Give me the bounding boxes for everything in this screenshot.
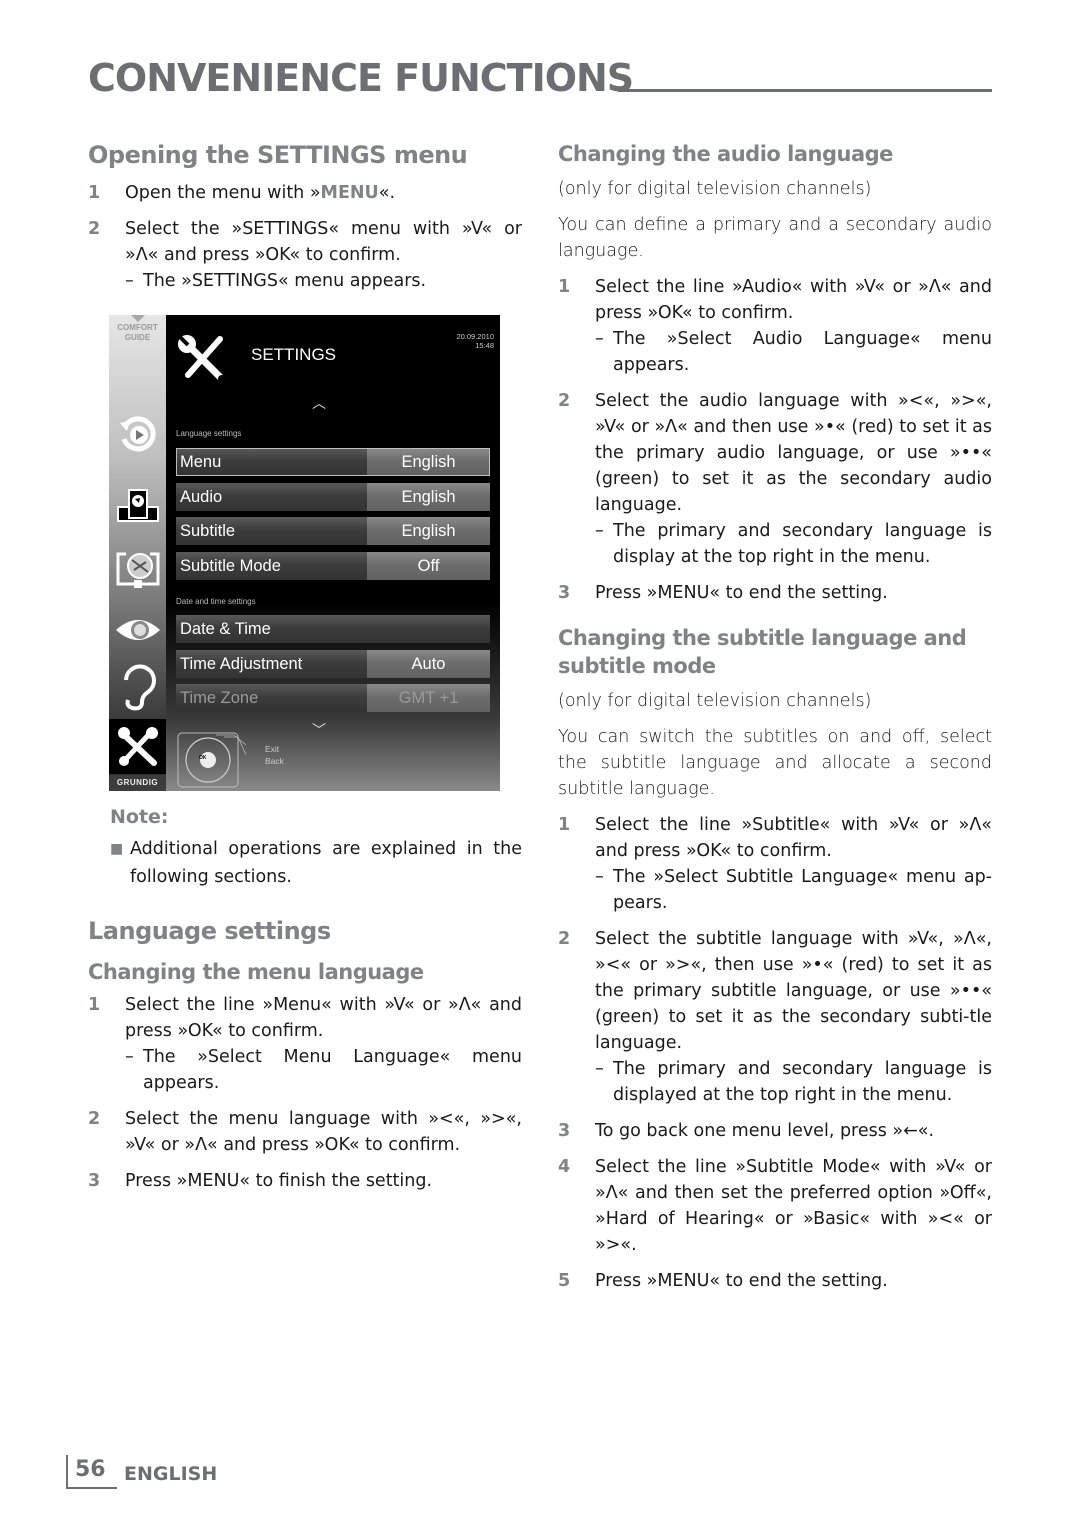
step-text: Open the menu with »MENU«. — [125, 183, 396, 203]
title-rule — [618, 89, 992, 92]
tv-time: 15:48 — [475, 341, 494, 350]
tv-main-panel: SETTINGS 20.09.2010 15:48 ︿ Language set… — [166, 315, 500, 791]
audio-step-3: 3 Press »MENU« to end the setting. — [558, 580, 992, 606]
subtitle-language-heading: Changing the subtitle language and subti… — [558, 626, 967, 678]
menu-language-step-2: 2 Select the menu language with »<«, »>«… — [88, 1106, 522, 1158]
subtitle-step-4: 4 Select the line »Subtitle Mode« with »… — [558, 1154, 992, 1258]
step-text: Select the subtitle language with »V«, »… — [595, 929, 992, 1053]
group-label-datetime: Date and time settings — [176, 597, 256, 606]
tv-settings-screen: COMFORT GUIDE GRUNDIG SETTINGS 20.09.201… — [109, 315, 500, 791]
menu-language-heading: Changing the menu language — [88, 960, 424, 984]
playback-icon[interactable] — [109, 410, 166, 460]
remote-navigation-icon: OK — [176, 731, 247, 791]
opening-step-1: 1 Open the menu with »MENU«. — [88, 180, 522, 206]
language-settings-heading: Language settings — [88, 917, 331, 945]
grundig-logo: GRUNDIG — [109, 775, 166, 791]
note-title: Note: — [110, 806, 169, 828]
right-column: Changing the audio language (only for di… — [558, 140, 992, 1294]
tv-date: 20.09.2010 — [456, 332, 494, 341]
step-result: – The primary and secondary language is d… — [595, 521, 992, 567]
comfort-guide-label: COMFORT GUIDE — [117, 323, 158, 342]
step-text: Press »MENU« to end the setting. — [595, 1271, 888, 1291]
audio-step-1: 1 Select the line »Audio« with »V« or »Λ… — [558, 274, 992, 378]
step-text: Press »MENU« to finish the setting. — [125, 1171, 433, 1191]
tv-datetime: 20.09.2010 15:48 — [456, 332, 494, 350]
square-bullet-icon: ■ — [110, 841, 124, 857]
step-number: 2 — [88, 219, 101, 239]
opening-settings-heading: Opening the SETTINGS menu — [88, 141, 468, 169]
eye-icon[interactable] — [109, 605, 166, 655]
step-result: – The »Select Menu Language« menu appears… — [125, 1047, 522, 1093]
menu-language-step-1: 1 Select the line »Menu« with »V« or »Λ«… — [88, 992, 522, 1096]
scroll-down-icon[interactable]: ﹀ — [312, 720, 326, 740]
step-text: Press »MENU« to end the setting. — [595, 583, 888, 603]
satellite-icon[interactable] — [109, 545, 166, 595]
subtitle-step-5: 5 Press »MENU« to end the setting. — [558, 1268, 992, 1294]
audio-note: (only for digital television channels) — [558, 179, 872, 199]
network-icon[interactable] — [109, 480, 166, 530]
menu-row-date-time[interactable]: Date & Time — [176, 615, 490, 643]
tools-icon[interactable] — [109, 719, 166, 774]
audio-intro: You can define a primary and a secondary… — [558, 215, 992, 261]
step-text: Select the line »Menu« with »V« or »Λ« a… — [125, 995, 522, 1041]
tv-menu-title: SETTINGS — [251, 345, 337, 364]
menu-language-step-3: 3 Press »MENU« to finish the setting. — [88, 1168, 522, 1194]
page-title: CONVENIENCE FUNCTIONS — [88, 56, 634, 100]
step-text: Select the line »Subtitle Mode« with »V«… — [595, 1157, 992, 1255]
step-text: Select the line »Subtitle« with »V« or »… — [595, 815, 992, 861]
subtitle-step-3: 3 To go back one menu level, press »←«. — [558, 1118, 992, 1144]
step-result: – The »Select Subtitle Language« menu ap-… — [595, 867, 992, 913]
subtitle-step-2: 2 Select the subtitle language with »V«,… — [558, 926, 992, 1108]
settings-tools-icon — [176, 333, 232, 389]
note-text: Additional operations are explained in t… — [130, 839, 522, 887]
step-text: To go back one menu level, press »←«. — [595, 1121, 935, 1141]
subtitle-note: (only for digital television channels) — [558, 691, 872, 711]
left-column: Opening the SETTINGS menu 1 Open the men… — [88, 140, 522, 294]
scroll-up-icon[interactable]: ︿ — [312, 393, 326, 413]
audio-language-heading: Changing the audio language — [558, 142, 893, 166]
tv-sidebar: COMFORT GUIDE GRUNDIG — [109, 315, 166, 791]
step-number: 1 — [88, 183, 101, 203]
step-text: Select the line »Audio« with »V« or »Λ« … — [595, 277, 992, 323]
page-language: ENGLISH — [124, 1463, 218, 1485]
exit-label: Exit — [265, 744, 280, 754]
ear-icon[interactable] — [109, 663, 166, 713]
subtitle-step-1: 1 Select the line »Subtitle« with »V« or… — [558, 812, 992, 916]
subtitle-intro: You can switch the subtitles on and off,… — [558, 727, 992, 799]
step-result: – The »SETTINGS« menu appears. — [125, 271, 427, 291]
step-text: Select the audio language with »<«, »>«,… — [595, 391, 992, 515]
ok-button-label: OK — [199, 755, 207, 761]
back-label: Back — [265, 756, 284, 766]
note-body: ■ Additional operations are explained in… — [110, 835, 522, 891]
menu-row-subtitle-mode[interactable]: Subtitle Mode Off — [176, 552, 490, 580]
step-text: Select the menu language with »<«, »>«, … — [125, 1109, 522, 1155]
step-result: – The primary and secondary language is d… — [595, 1059, 992, 1105]
menu-row-time-zone[interactable]: Time Zone GMT +1 — [176, 684, 490, 712]
menu-row-subtitle[interactable]: Subtitle English — [176, 517, 490, 545]
opening-step-2: 2 Select the »SETTINGS« menu with »V« or… — [88, 216, 522, 294]
group-label-language: Language settings — [176, 429, 242, 438]
menu-row-menu[interactable]: Menu English — [176, 448, 490, 476]
menu-row-audio[interactable]: Audio English — [176, 483, 490, 511]
comfort-guide-arrow-icon — [131, 315, 145, 322]
language-settings-section: Language settings Changing the menu lang… — [88, 916, 522, 1194]
audio-step-2: 2 Select the audio language with »<«, »>… — [558, 388, 992, 570]
menu-row-time-adjustment[interactable]: Time Adjustment Auto — [176, 650, 490, 678]
step-text: Select the »SETTINGS« menu with »V« or »… — [125, 219, 522, 265]
step-result: – The »Select Audio Language« menu appear… — [595, 329, 992, 375]
page-number: 56 — [66, 1455, 117, 1489]
